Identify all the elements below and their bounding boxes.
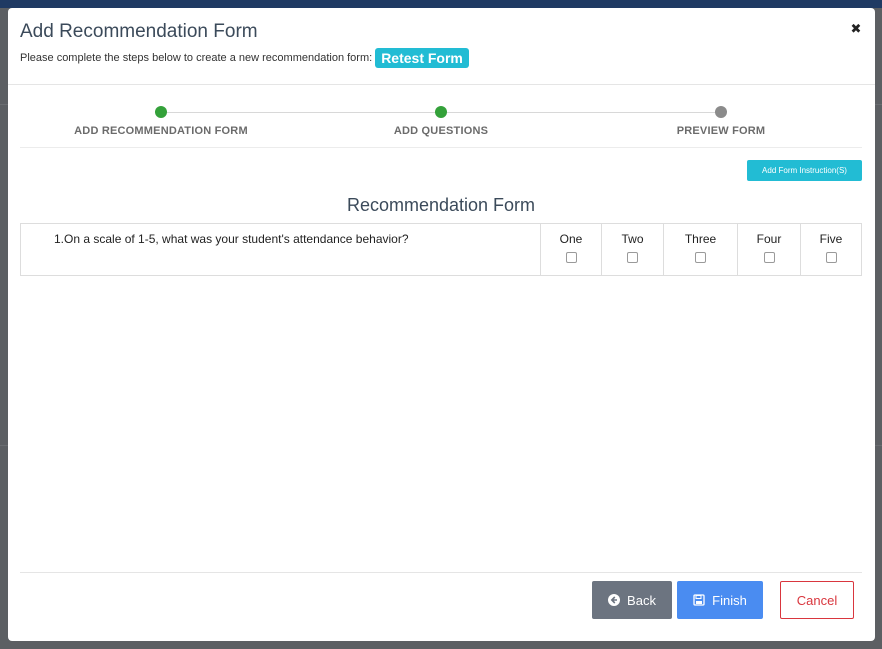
step-label: ADD QUESTIONS xyxy=(393,125,489,137)
finish-label: Finish xyxy=(712,592,747,608)
option-label: Two xyxy=(621,232,644,246)
save-icon xyxy=(693,594,705,606)
option-three: Three xyxy=(664,224,738,275)
question-text: 1.On a scale of 1-5, what was your stude… xyxy=(21,224,541,275)
close-icon[interactable]: ✖ xyxy=(849,22,863,36)
add-recommendation-form-modal: Add Recommendation Form Please complete … xyxy=(8,8,875,641)
subtitle-text: Please complete the steps below to creat… xyxy=(20,52,373,64)
option-label: One xyxy=(559,232,583,246)
step-complete-dot xyxy=(155,106,167,118)
step-complete-dot xyxy=(435,106,447,118)
option-checkbox[interactable] xyxy=(695,252,706,263)
option-two: Two xyxy=(602,224,664,275)
stepper-divider xyxy=(20,147,862,148)
option-checkbox[interactable] xyxy=(825,252,837,263)
step-add-questions[interactable]: ADD QUESTIONS xyxy=(316,106,566,137)
footer-divider xyxy=(20,572,862,573)
option-label: Three xyxy=(684,232,717,246)
form-heading: Recommendation Form xyxy=(346,195,536,215)
step-preview-form[interactable]: PREVIEW FORM xyxy=(596,106,846,137)
option-four: Four xyxy=(738,224,801,275)
modal-title: Add Recommendation Form xyxy=(20,21,258,42)
option-label: Four xyxy=(756,232,782,246)
option-label: Five xyxy=(819,232,843,246)
background-topbar xyxy=(0,0,882,8)
form-name-badge: Retest Form xyxy=(375,48,469,68)
add-form-instruction-button[interactable]: Add Form Instruction(S) xyxy=(747,160,862,181)
back-button[interactable]: Back xyxy=(592,581,672,619)
step-add-recommendation-form[interactable]: ADD RECOMMENDATION FORM xyxy=(36,106,286,137)
question-row: 1.On a scale of 1-5, what was your stude… xyxy=(20,223,862,276)
option-checkbox[interactable] xyxy=(627,252,638,263)
finish-button[interactable]: Finish xyxy=(677,581,763,619)
option-one: One xyxy=(541,224,602,275)
step-label: PREVIEW FORM xyxy=(676,125,766,137)
cancel-button[interactable]: Cancel xyxy=(780,581,854,619)
option-five: Five xyxy=(801,224,861,275)
modal-subtitle: Please complete the steps below to creat… xyxy=(20,48,469,68)
step-current-dot xyxy=(715,106,727,118)
option-checkbox[interactable] xyxy=(763,252,775,263)
modal-header: Add Recommendation Form Please complete … xyxy=(8,8,875,85)
form-stepper: ADD RECOMMENDATION FORM ADD QUESTIONS PR… xyxy=(20,106,862,148)
back-label: Back xyxy=(627,592,656,608)
step-label: ADD RECOMMENDATION FORM xyxy=(74,125,248,137)
arrow-circle-left-icon xyxy=(608,594,621,606)
option-checkbox[interactable] xyxy=(565,252,577,263)
